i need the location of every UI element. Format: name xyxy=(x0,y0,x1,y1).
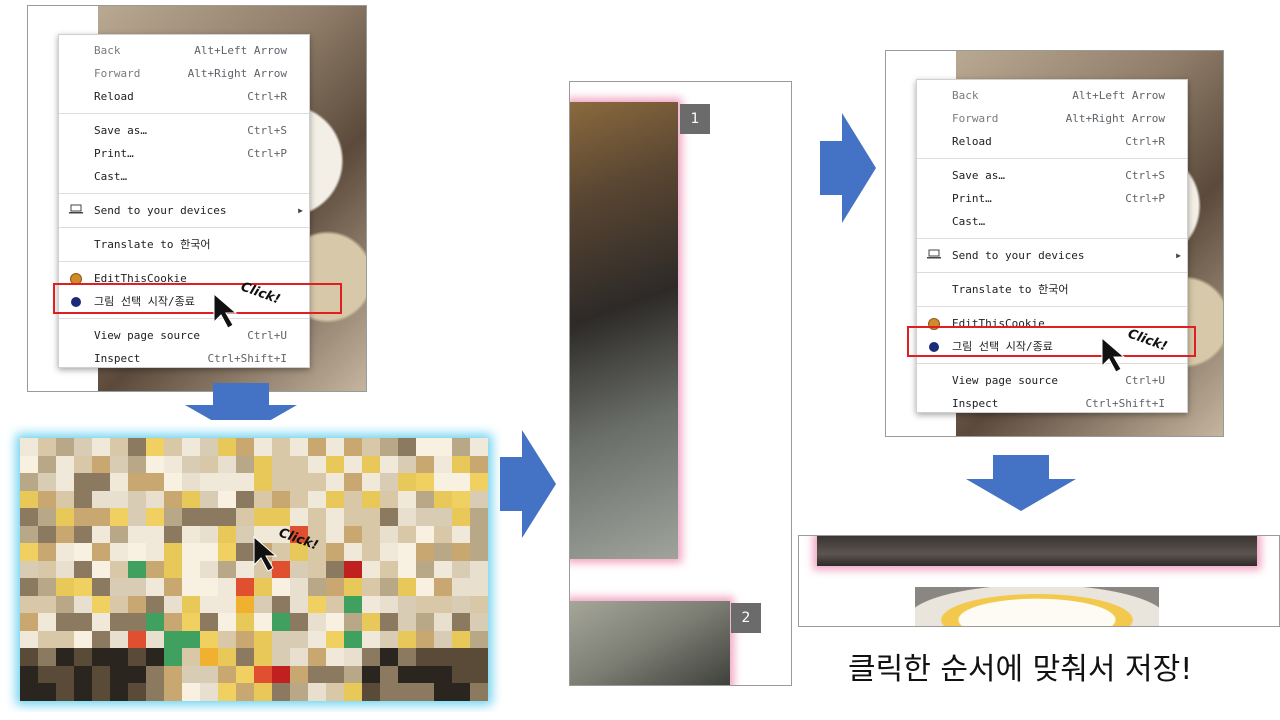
down-arrow-icon xyxy=(966,455,1076,511)
saved-image-1 xyxy=(817,536,1257,566)
selected-image-2[interactable] xyxy=(570,601,730,685)
menu-item-send-to-devices[interactable]: Send to your devices ▶ xyxy=(917,244,1187,267)
context-menu: Back Alt+Left Arrow Forward Alt+Right Arro… xyxy=(58,34,310,368)
submenu-arrow-icon: ▶ xyxy=(298,206,303,215)
menu-separator xyxy=(917,272,1187,273)
menu-item-cast[interactable]: Cast… xyxy=(917,210,1187,233)
menu-item-inspect[interactable]: Inspect Ctrl+Shift+I xyxy=(917,392,1187,415)
menu-separator xyxy=(59,318,309,319)
caption-text: 클릭한 순서에 맞춰서 저장! xyxy=(848,652,1193,687)
menu-separator xyxy=(59,113,309,114)
menu-item-view-source[interactable]: View page source Ctrl+U xyxy=(917,369,1187,392)
menu-item-view-source[interactable]: View page source Ctrl+U xyxy=(59,324,309,347)
selected-image-1[interactable] xyxy=(570,102,678,559)
menu-separator xyxy=(917,158,1187,159)
menu-item-print[interactable]: Print… Ctrl+P xyxy=(59,142,309,165)
highlight-box xyxy=(53,283,342,314)
cursor-arrow-icon xyxy=(1101,336,1126,373)
menu-item-reload[interactable]: Reload Ctrl+R xyxy=(917,130,1187,153)
laptop-icon xyxy=(68,199,84,222)
menu-item-back[interactable]: Back Alt+Left Arrow xyxy=(917,84,1187,107)
screenshot-step-2 xyxy=(0,420,502,712)
menu-separator xyxy=(59,227,309,228)
screenshot-step-1: Back Alt+Left Arrow Forward Alt+Right Arro… xyxy=(27,5,367,392)
menu-item-print[interactable]: Print… Ctrl+P xyxy=(917,187,1187,210)
screenshot-step-3: 1 2 xyxy=(569,81,792,686)
menu-item-cast[interactable]: Cast… xyxy=(59,165,309,188)
menu-separator xyxy=(59,193,309,194)
menu-item-inspect[interactable]: Inspect Ctrl+Shift+I xyxy=(59,347,309,370)
menu-separator xyxy=(917,306,1187,307)
saved-image-2 xyxy=(915,587,1159,626)
right-arrow-icon xyxy=(500,430,556,538)
menu-separator xyxy=(917,238,1187,239)
menu-item-forward[interactable]: Forward Alt+Right Arrow xyxy=(917,107,1187,130)
menu-item-send-to-devices[interactable]: Send to your devices ▶ xyxy=(59,199,309,222)
menu-item-save-as[interactable]: Save as… Ctrl+S xyxy=(917,164,1187,187)
order-badge-2: 2 xyxy=(731,603,761,633)
menu-item-back[interactable]: Back Alt+Left Arrow xyxy=(59,39,309,62)
cursor-arrow-icon xyxy=(213,292,238,329)
right-arrow-icon xyxy=(820,113,876,223)
cursor-arrow-icon xyxy=(253,535,278,572)
menu-item-translate[interactable]: Translate to 한국어 xyxy=(59,233,309,256)
laptop-icon xyxy=(926,244,942,267)
screenshot-step-4: Back Alt+Left Arrow Forward Alt+Right Arro… xyxy=(885,50,1224,437)
screenshot-step-5 xyxy=(798,535,1280,627)
menu-item-forward[interactable]: Forward Alt+Right Arrow xyxy=(59,62,309,85)
menu-separator xyxy=(59,261,309,262)
menu-item-reload[interactable]: Reload Ctrl+R xyxy=(59,85,309,108)
menu-item-save-as[interactable]: Save as… Ctrl+S xyxy=(59,119,309,142)
order-badge-1: 1 xyxy=(680,104,710,134)
menu-separator xyxy=(917,363,1187,364)
menu-item-translate[interactable]: Translate to 한국어 xyxy=(917,278,1187,301)
context-menu: Back Alt+Left Arrow Forward Alt+Right Arro… xyxy=(916,79,1188,413)
submenu-arrow-icon: ▶ xyxy=(1176,251,1181,260)
